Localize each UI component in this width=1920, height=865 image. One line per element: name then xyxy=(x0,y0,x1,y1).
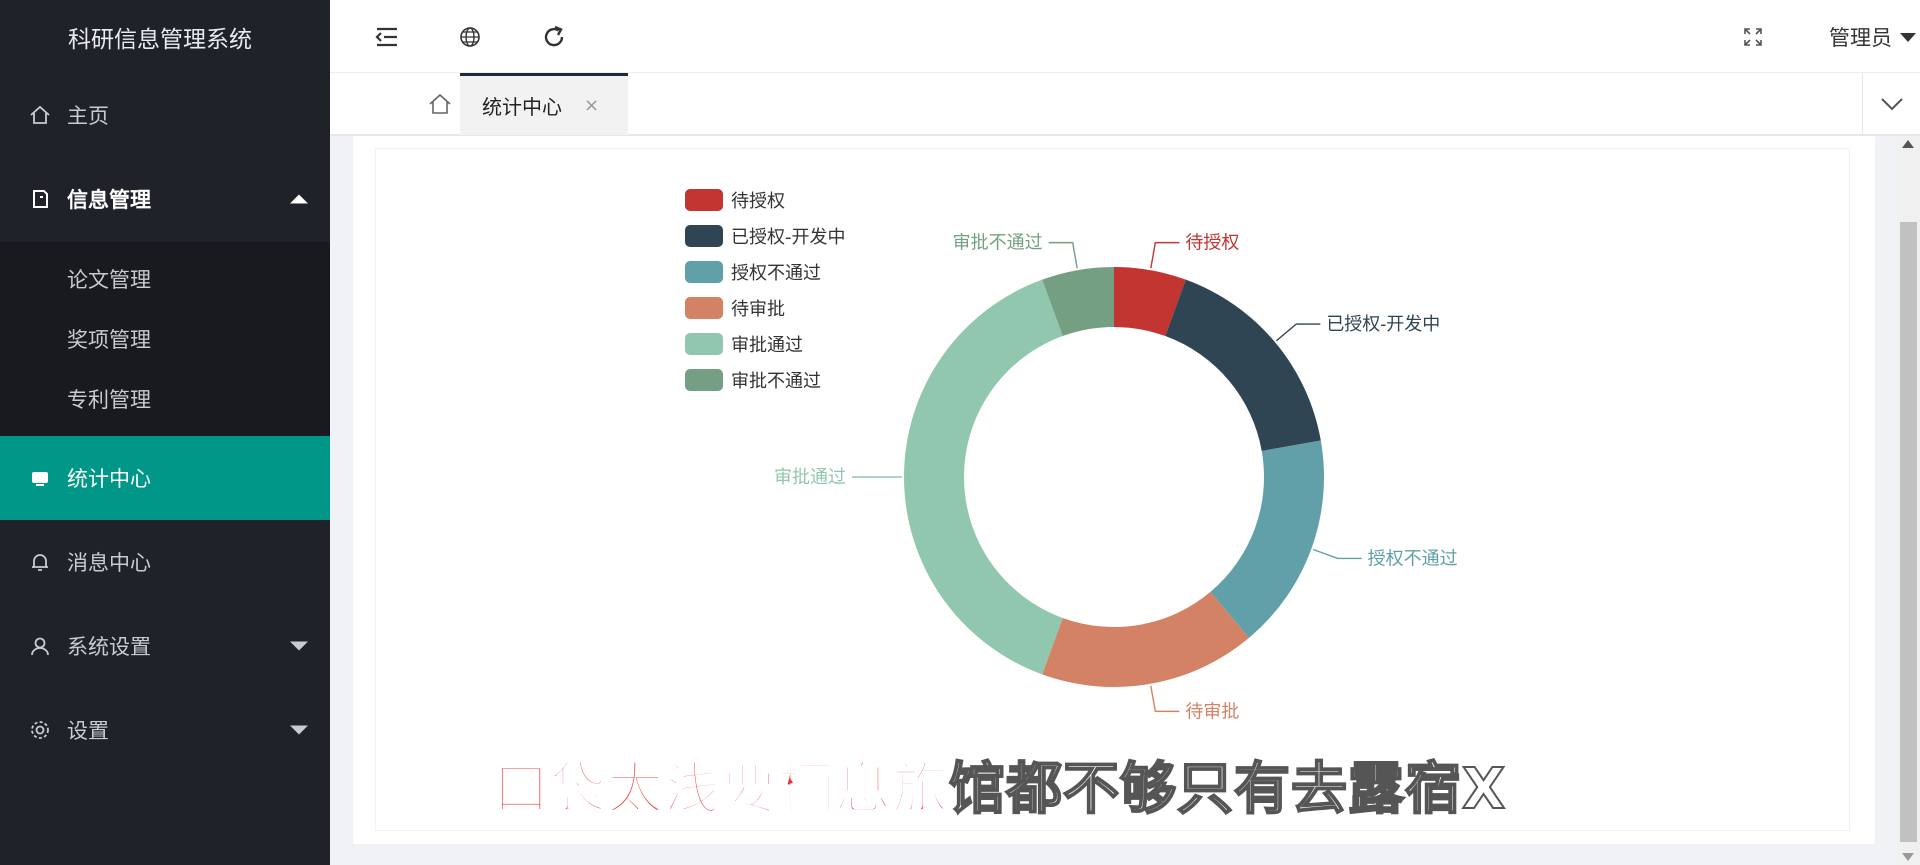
subtitle-highlighted: 口袋太浅要栖息旅 xyxy=(492,756,949,823)
legend-item[interactable]: 待授权 xyxy=(685,182,846,218)
legend-swatch xyxy=(685,297,723,319)
subtitle-overlay: 口袋太浅要栖息旅馆都不够只有去露宿X xyxy=(492,744,1507,825)
legend-swatch xyxy=(685,189,723,211)
legend-label: 已授权-开发中 xyxy=(731,227,846,248)
data-label: 待授权 xyxy=(1185,233,1239,253)
donut-slice[interactable] xyxy=(1042,591,1249,687)
subtitle-rest: 馆都不够只有去露宿X xyxy=(948,756,1507,823)
donut-slice[interactable] xyxy=(1210,440,1324,638)
legend-item[interactable]: 审批不通过 xyxy=(685,362,846,398)
scroll-down-arrow[interactable] xyxy=(1902,853,1914,861)
data-label: 审批不通过 xyxy=(953,233,1043,253)
scrollbar-thumb[interactable] xyxy=(1900,222,1917,842)
label-leader-line xyxy=(1150,241,1180,269)
scrollbar[interactable] xyxy=(1897,136,1920,865)
data-label: 已授权-开发中 xyxy=(1326,314,1440,334)
legend-item[interactable]: 授权不通过 xyxy=(685,254,846,290)
legend-label: 授权不通过 xyxy=(731,263,821,284)
donut-slice[interactable] xyxy=(904,279,1063,675)
label-leader-line xyxy=(1275,323,1321,342)
legend-swatch xyxy=(685,369,723,391)
data-label: 待审批 xyxy=(1185,701,1239,721)
donut-chart: 待授权已授权-开发中授权不通过待审批 审批通过 审批不通过 xyxy=(774,233,1458,722)
label-leader-line xyxy=(1312,548,1362,560)
legend-swatch xyxy=(685,333,723,355)
legend-item[interactable]: 审批通过 xyxy=(685,326,846,362)
legend-label: 待审批 xyxy=(731,299,785,320)
chart-legend: 待授权已授权-开发中 授权不通过待审批审批通过审批不通过 xyxy=(685,182,846,398)
legend-item[interactable]: 待审批 xyxy=(685,290,846,326)
legend-label: 待授权 xyxy=(731,191,785,212)
donut-slice[interactable] xyxy=(1165,279,1321,451)
scroll-up-arrow[interactable] xyxy=(1902,140,1914,148)
data-label: 授权不通过 xyxy=(1368,548,1458,568)
label-leader-line xyxy=(1048,241,1078,269)
legend-item[interactable]: 已授权-开发中 xyxy=(685,218,846,254)
legend-label: 审批通过 xyxy=(731,335,803,356)
data-label: 审批通过 xyxy=(774,467,846,487)
legend-swatch xyxy=(685,261,723,283)
legend-label: 审批不通过 xyxy=(731,371,821,392)
label-leader-line xyxy=(1150,685,1180,713)
legend-swatch xyxy=(685,225,723,247)
